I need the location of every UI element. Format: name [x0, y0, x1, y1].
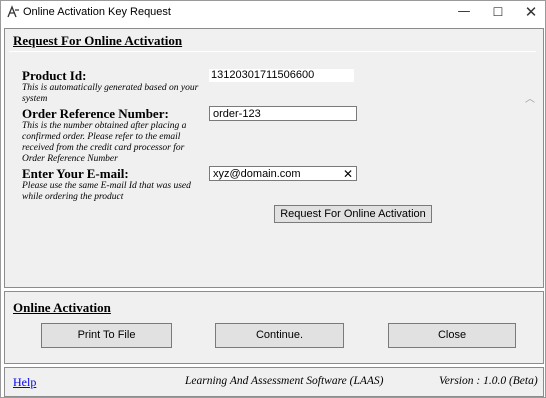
- chevron-up-icon[interactable]: ︿: [525, 90, 535, 105]
- maximize-button[interactable]: ☐: [481, 1, 515, 25]
- product-id-label: Product Id:: [22, 68, 87, 83]
- request-panel: Request For Online Activation ︿ Product …: [4, 28, 544, 288]
- request-section-heading: Request For Online Activation: [13, 33, 183, 48]
- product-id-hint: This is automatically generated based on…: [22, 83, 199, 104]
- window-title: Online Activation Key Request: [23, 6, 171, 18]
- order-reference-input[interactable]: order-123: [209, 106, 357, 121]
- activation-panel: Online Activation Print To File Continue…: [4, 291, 544, 364]
- footer-bar: Help Learning And Assessment Software (L…: [4, 367, 544, 397]
- order-reference-hint: This is the number obtained after placin…: [22, 121, 187, 164]
- close-button[interactable]: Close: [388, 323, 516, 348]
- activation-section-heading: Online Activation: [13, 300, 111, 315]
- close-window-button[interactable]: ✕: [514, 1, 546, 25]
- activation-window: Online Activation Key Request — ☐ ✕ Requ…: [0, 0, 546, 398]
- email-value: xyz@domain.com: [213, 168, 301, 180]
- order-reference-label: Order Reference Number:: [22, 106, 169, 121]
- email-input[interactable]: xyz@domain.com ✕: [209, 166, 357, 181]
- request-form: ︿ Product Id: This is automatically gene…: [9, 51, 536, 285]
- email-hint: Please use the same E-mail Id that was u…: [22, 181, 191, 202]
- request-activation-button[interactable]: Request For Online Activation: [274, 205, 432, 223]
- continue-button[interactable]: Continue.: [215, 323, 344, 348]
- email-label: Enter Your E-mail:: [22, 166, 129, 181]
- minimize-button[interactable]: —: [447, 1, 481, 25]
- product-name: Learning And Assessment Software (LAAS): [185, 375, 384, 387]
- print-to-file-button[interactable]: Print To File: [41, 323, 172, 348]
- close-icon[interactable]: ✕: [343, 167, 353, 181]
- version-label: Version : 1.0.0 (Beta): [439, 375, 538, 387]
- help-link[interactable]: Help: [13, 375, 36, 390]
- product-id-value: 13120301711506600: [209, 69, 354, 82]
- app-logo-icon: [7, 5, 19, 18]
- title-bar[interactable]: Online Activation Key Request — ☐ ✕: [1, 1, 545, 25]
